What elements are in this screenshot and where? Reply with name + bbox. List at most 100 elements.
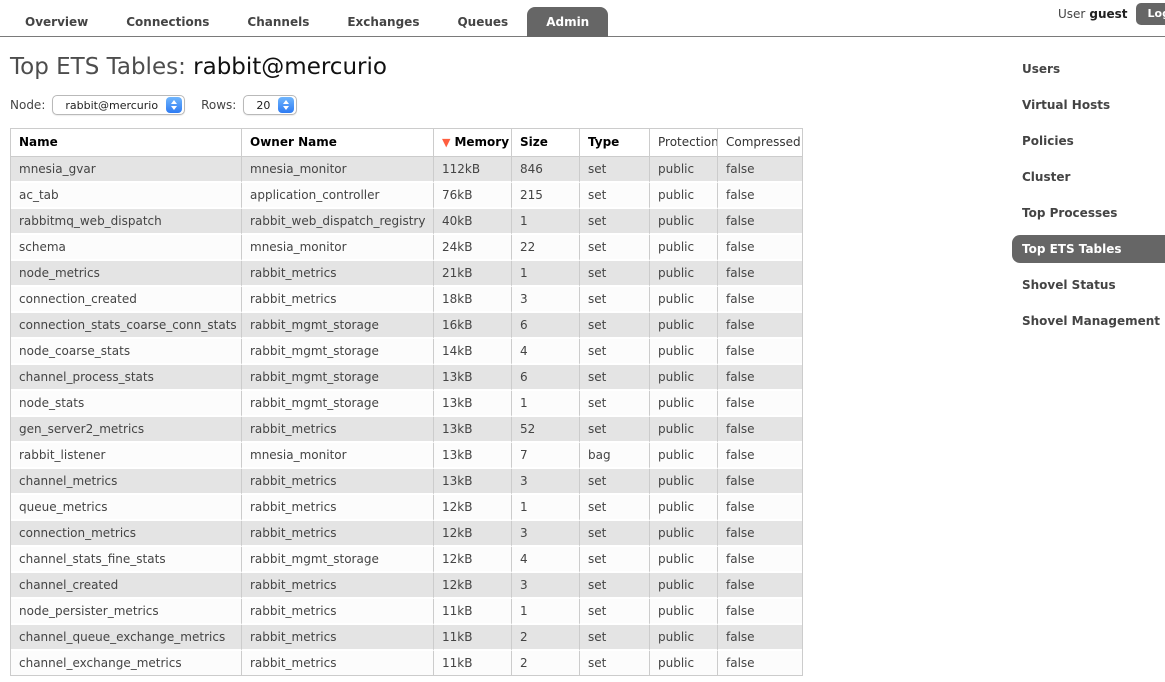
- cell-type: set: [579, 469, 649, 495]
- table-row: queue_metricsrabbit_metrics12kB1setpubli…: [11, 495, 802, 521]
- cell-type: set: [579, 625, 649, 651]
- cell-protection: public: [649, 339, 717, 365]
- cell-type: bag: [579, 443, 649, 469]
- main-content: Top ETS Tables: rabbit@mercurio Node: ra…: [10, 44, 802, 676]
- cell-compressed: false: [717, 157, 802, 183]
- sidebar-item-shovel-management[interactable]: Shovel Management: [1012, 307, 1165, 335]
- sidebar-item-shovel-status[interactable]: Shovel Status: [1012, 271, 1165, 299]
- cell-name: connection_created: [11, 287, 241, 313]
- cell-protection: public: [649, 417, 717, 443]
- cell-protection: public: [649, 443, 717, 469]
- cell-size: 1: [511, 391, 579, 417]
- logout-button[interactable]: Log out: [1136, 3, 1165, 25]
- table-row: channel_createdrabbit_metrics12kB3setpub…: [11, 573, 802, 599]
- cell-compressed: false: [717, 339, 802, 365]
- sidebar-item-policies[interactable]: Policies: [1012, 127, 1165, 155]
- table-row: connection_metricsrabbit_metrics12kB3set…: [11, 521, 802, 547]
- cell-size: 52: [511, 417, 579, 443]
- column-header-compressed: Compressed: [717, 129, 802, 157]
- cell-name: gen_server2_metrics: [11, 417, 241, 443]
- cell-name: queue_metrics: [11, 495, 241, 521]
- cell-compressed: false: [717, 391, 802, 417]
- column-header-type[interactable]: Type: [579, 129, 649, 157]
- cell-owner-name: rabbit_metrics: [241, 521, 433, 547]
- cell-owner-name: rabbit_metrics: [241, 651, 433, 675]
- cell-size: 1: [511, 261, 579, 287]
- table-row: connection_createdrabbit_metrics18kB3set…: [11, 287, 802, 313]
- cell-compressed: false: [717, 599, 802, 625]
- column-label: Compressed: [726, 135, 801, 149]
- table-row: channel_exchange_metricsrabbit_metrics11…: [11, 651, 802, 675]
- cell-name: channel_exchange_metrics: [11, 651, 241, 675]
- cell-protection: public: [649, 521, 717, 547]
- column-label: Name: [19, 135, 58, 149]
- page-title: Top ETS Tables: rabbit@mercurio: [10, 54, 802, 80]
- rows-select[interactable]: 20: [243, 95, 297, 115]
- column-label: Owner Name: [250, 135, 337, 149]
- tab-connections[interactable]: Connections: [107, 7, 228, 37]
- cell-owner-name: rabbit_metrics: [241, 469, 433, 495]
- cell-compressed: false: [717, 209, 802, 235]
- cell-memory: 13kB: [433, 469, 511, 495]
- cell-name: channel_stats_fine_stats: [11, 547, 241, 573]
- cell-type: set: [579, 287, 649, 313]
- cell-compressed: false: [717, 183, 802, 209]
- tab-overview[interactable]: Overview: [6, 7, 107, 37]
- cell-protection: public: [649, 391, 717, 417]
- sidebar-item-cluster[interactable]: Cluster: [1012, 163, 1165, 191]
- cell-size: 846: [511, 157, 579, 183]
- cell-size: 1: [511, 495, 579, 521]
- column-header-protection: Protection: [649, 129, 717, 157]
- cell-protection: public: [649, 183, 717, 209]
- column-header-size[interactable]: Size: [511, 129, 579, 157]
- sidebar-item-top-ets-tables[interactable]: Top ETS Tables: [1012, 235, 1165, 263]
- table-row: gen_server2_metricsrabbit_metrics13kB52s…: [11, 417, 802, 443]
- cell-type: set: [579, 417, 649, 443]
- column-header-name[interactable]: Name: [11, 129, 241, 157]
- sidebar-item-top-processes[interactable]: Top Processes: [1012, 199, 1165, 227]
- column-label: Type: [588, 135, 619, 149]
- cell-type: set: [579, 183, 649, 209]
- cell-name: node_coarse_stats: [11, 339, 241, 365]
- cell-memory: 112kB: [433, 157, 511, 183]
- table-row: ac_tabapplication_controller76kB215setpu…: [11, 183, 802, 209]
- rows-select-value: 20: [246, 99, 278, 112]
- cell-owner-name: application_controller: [241, 183, 433, 209]
- user-area: User guest Log out: [1058, 3, 1165, 25]
- cell-memory: 16kB: [433, 313, 511, 339]
- cell-type: set: [579, 339, 649, 365]
- cell-protection: public: [649, 365, 717, 391]
- column-header-owner-name[interactable]: Owner Name: [241, 129, 433, 157]
- cell-compressed: false: [717, 495, 802, 521]
- column-label: Protection: [658, 135, 717, 149]
- ets-tables-table: Name Owner Name ▼MemorySize Type Protection C…: [10, 128, 803, 676]
- select-stepper-icon: [278, 97, 294, 113]
- cell-name: mnesia_gvar: [11, 157, 241, 183]
- cell-owner-name: mnesia_monitor: [241, 157, 433, 183]
- tab-exchanges[interactable]: Exchanges: [328, 7, 438, 37]
- tab-channels[interactable]: Channels: [228, 7, 328, 37]
- cell-memory: 12kB: [433, 547, 511, 573]
- cell-protection: public: [649, 599, 717, 625]
- cell-compressed: false: [717, 573, 802, 599]
- tab-queues[interactable]: Queues: [438, 7, 527, 37]
- node-select[interactable]: rabbit@mercurio: [52, 95, 185, 115]
- sidebar-item-users[interactable]: Users: [1012, 55, 1165, 83]
- cell-name: schema: [11, 235, 241, 261]
- cell-size: 2: [511, 625, 579, 651]
- cell-memory: 76kB: [433, 183, 511, 209]
- tab-admin[interactable]: Admin: [527, 7, 608, 37]
- column-header-memory[interactable]: ▼Memory: [433, 129, 511, 157]
- table-row: rabbit_listenermnesia_monitor13kB7bagpub…: [11, 443, 802, 469]
- cell-memory: 14kB: [433, 339, 511, 365]
- user-label: User: [1058, 7, 1085, 21]
- cell-type: set: [579, 261, 649, 287]
- cell-protection: public: [649, 651, 717, 675]
- cell-size: 6: [511, 313, 579, 339]
- cell-name: channel_created: [11, 573, 241, 599]
- top-navigation-bar: OverviewConnectionsChannelsExchangesQueu…: [0, 0, 1165, 37]
- cell-type: set: [579, 495, 649, 521]
- page-title-prefix: Top ETS Tables:: [10, 54, 193, 80]
- sidebar-item-virtual-hosts[interactable]: Virtual Hosts: [1012, 91, 1165, 119]
- cell-name: channel_process_stats: [11, 365, 241, 391]
